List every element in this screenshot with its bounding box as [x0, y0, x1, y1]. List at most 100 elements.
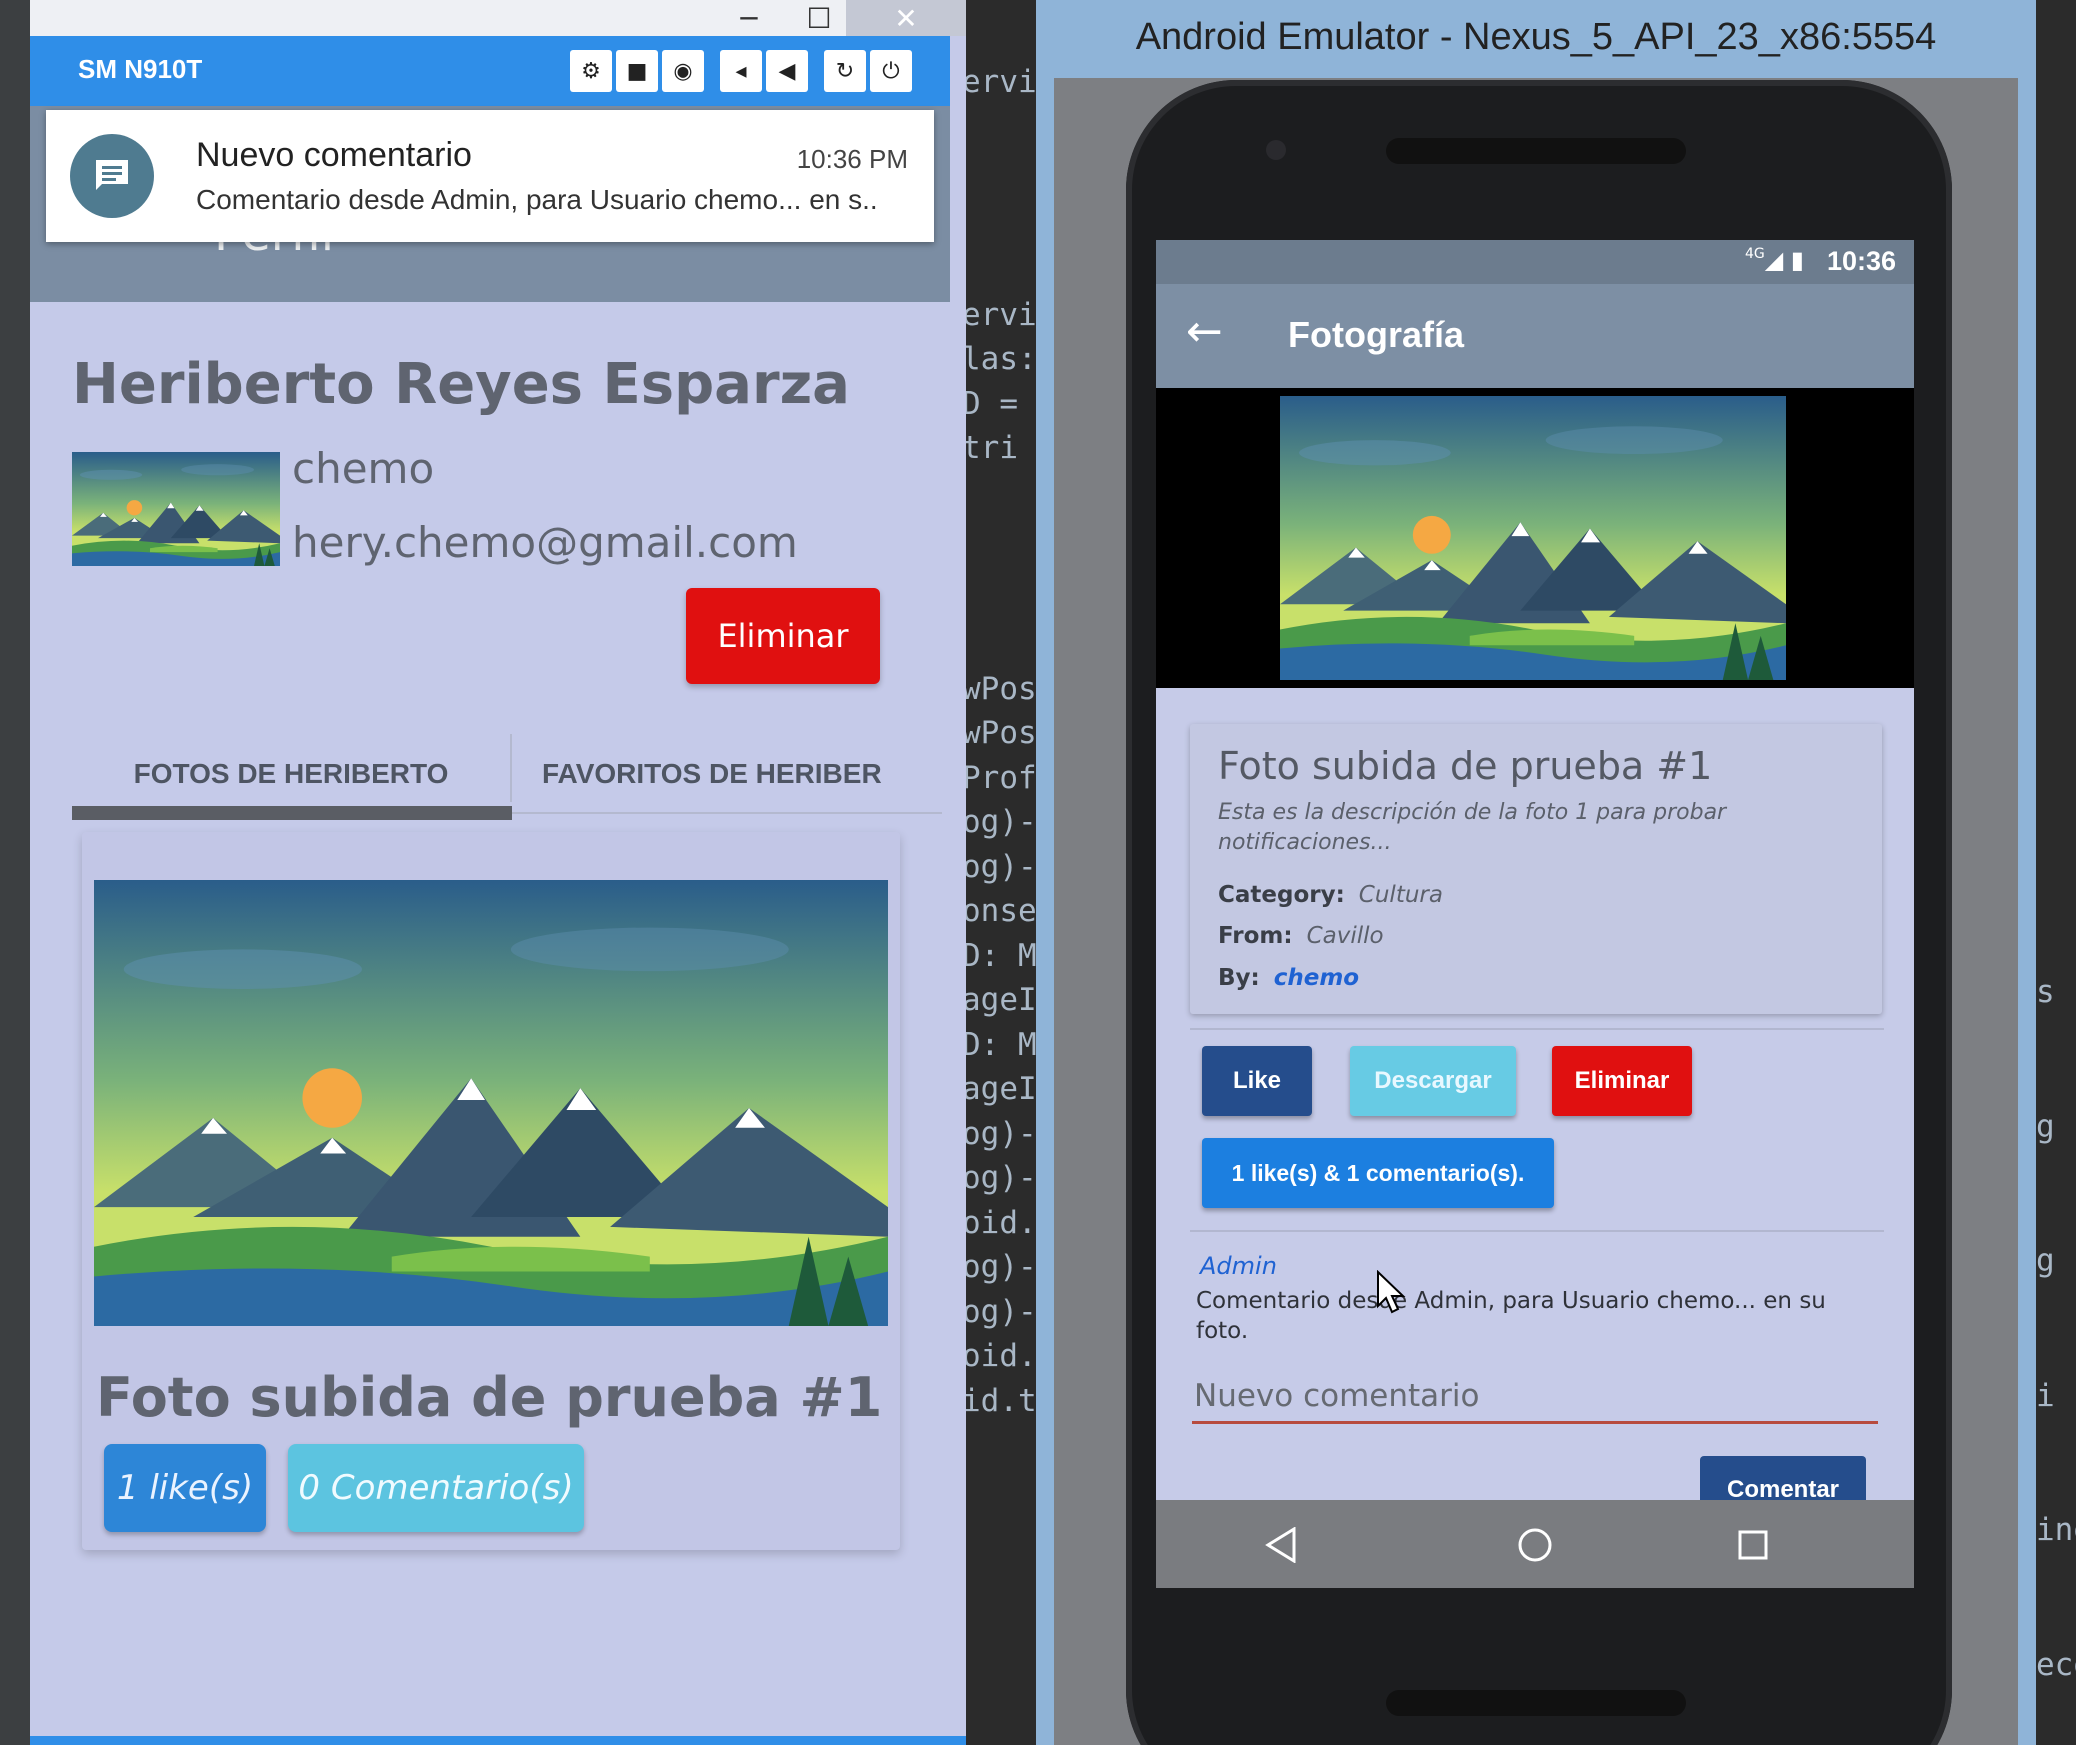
back-nav-icon[interactable]: [1256, 1520, 1306, 1570]
ide-code-line: og)-: [962, 1115, 1037, 1152]
network-label: 4G: [1744, 246, 1765, 262]
front-camera: [1266, 140, 1286, 160]
ide-code-line: g: [2036, 1243, 2055, 1279]
divider: [1190, 1028, 1884, 1030]
device-tools: ⚙ ■ ◉ ◂ ◀ ↻ ⏻: [570, 50, 912, 92]
close-button[interactable]: ✕: [846, 0, 966, 36]
ide-code-line: id.t: [962, 1382, 1037, 1419]
counts-button[interactable]: 1 like(s) & 1 comentario(s).: [1202, 1138, 1554, 1208]
app-toolbar: ← Fotografía: [1156, 284, 1914, 388]
category-row: Category: Cultura: [1218, 882, 1443, 908]
volume-down-icon[interactable]: ◂: [720, 50, 762, 92]
comments-chip[interactable]: 0 Comentario(s): [288, 1444, 584, 1532]
from-label: From:: [1218, 923, 1293, 949]
category-value: Cultura: [1358, 882, 1443, 908]
profile-username: chemo: [292, 444, 435, 493]
profile-tabs: FOTOS DE HERIBERTO FAVORITOS DE HERIBER: [72, 728, 942, 820]
ide-code-line: ervi: [962, 296, 1037, 333]
home-nav-icon[interactable]: [1510, 1520, 1560, 1570]
notification-body: Comentario desde Admin, para Usuario che…: [196, 184, 878, 215]
ide-code-line: ece: [2036, 1646, 2076, 1683]
photo-image[interactable]: [1280, 396, 1786, 680]
status-time: 10:36: [1826, 246, 1896, 276]
volume-up-icon[interactable]: ◀: [766, 50, 808, 92]
ide-code-line: g: [2036, 1108, 2055, 1145]
ide-code-line: ine: [2036, 1512, 2076, 1548]
system-nav-bar: [1156, 1500, 1914, 1588]
category-label: Category:: [1218, 882, 1345, 908]
ide-code-line: ageI: [962, 1071, 1037, 1107]
window-bottom-edge: [30, 1736, 966, 1745]
ide-code-line: i: [2036, 1377, 2055, 1414]
ide-code-line: Prof: [962, 759, 1037, 796]
signal-battery-icons: 4G◢ ▮: [1744, 246, 1804, 274]
ide-code-line: og)-: [962, 1293, 1037, 1330]
ide-code-line: og)-: [962, 804, 1037, 840]
ide-code-line: D =: [962, 385, 1018, 422]
ide-code-line: onse: [962, 893, 1037, 929]
message-icon: [70, 134, 154, 218]
ide-code-line: ervice: [962, 64, 1074, 100]
from-value: Cavillo: [1306, 923, 1384, 949]
device-name: SM N910T: [78, 54, 203, 84]
back-arrow-icon[interactable]: ←: [1186, 306, 1223, 357]
emulator-title: Android Emulator - Nexus_5_API_23_x86:55…: [1135, 16, 1937, 58]
photo-title: Foto subida de prueba #1: [1218, 744, 1713, 788]
notification-title: Nuevo comentario: [196, 136, 472, 174]
settings-icon[interactable]: ⚙: [570, 50, 612, 92]
ide-code-fragment: ervice ervi las: D = tri wPos wPos Prof og)- og)-…: [962, 60, 1074, 1423]
delete-profile-button[interactable]: Eliminar: [686, 588, 880, 684]
rotate-icon[interactable]: ↻: [824, 50, 866, 92]
ide-code-line: oid.: [962, 1204, 1037, 1241]
photo-image[interactable]: [94, 880, 888, 1326]
from-row: From: Cavillo: [1218, 923, 1384, 949]
tab-divider: [510, 734, 512, 802]
notification-card[interactable]: Nuevo comentario 10:36 PM Comentario des…: [46, 110, 934, 242]
photo-info-card: Foto subida de prueba #1 Esta es la desc…: [1190, 724, 1882, 1014]
ide-code-line: og)-: [962, 848, 1037, 885]
by-label: By:: [1218, 965, 1260, 991]
comment-author[interactable]: Admin: [1200, 1252, 1277, 1280]
device-mirror-window: ─ ☐ ✕ SM N910T ⚙ ■ ◉ ◂ ◀ ↻ ⏻ Perfil Nuev…: [30, 0, 966, 1745]
ide-code-line: og)-: [962, 1249, 1037, 1285]
recents-nav-icon[interactable]: [1728, 1520, 1778, 1570]
tab-indicator: [72, 806, 512, 820]
minimize-button[interactable]: ─: [716, 0, 782, 36]
profile-avatar: [72, 452, 280, 566]
comment-text: Comentario desde Admin, para Usuario che…: [1196, 1288, 1826, 1344]
ide-code-line: s: [2036, 974, 2055, 1010]
like-button[interactable]: Like: [1202, 1046, 1312, 1116]
by-row: By: chemo: [1218, 965, 1359, 991]
device-toolbar: SM N910T ⚙ ■ ◉ ◂ ◀ ↻ ⏻: [30, 36, 950, 106]
author-link[interactable]: chemo: [1274, 965, 1359, 991]
download-button[interactable]: Descargar: [1350, 1046, 1516, 1116]
ide-left-strip: [0, 0, 30, 1745]
phone-screen: 4G◢ ▮ 10:36 ← Fotografía Foto subida de …: [1156, 240, 1914, 1588]
divider: [1190, 1230, 1884, 1232]
photo-description: Esta es la descripción de la foto 1 para…: [1218, 800, 1727, 855]
video-icon[interactable]: ■: [616, 50, 658, 92]
window-titlebar: ─ ☐ ✕: [30, 0, 966, 36]
photo-card-title: Foto subida de prueba #1: [96, 1366, 883, 1429]
ide-code-line: og)-: [962, 1160, 1037, 1196]
delete-photo-button[interactable]: Eliminar: [1552, 1046, 1692, 1116]
maximize-button[interactable]: ☐: [786, 0, 852, 36]
camera-icon[interactable]: ◉: [662, 50, 704, 92]
ide-code-line: D: M: [962, 937, 1037, 974]
status-bar: 4G◢ ▮ 10:36: [1156, 240, 1914, 284]
ide-code-line: las:: [962, 341, 1037, 377]
photo-card[interactable]: Foto subida de prueba #1 1 like(s) 0 Com…: [82, 832, 900, 1550]
profile-full-name: Heriberto Reyes Esparza: [72, 352, 850, 417]
new-comment-input[interactable]: [1192, 1370, 1878, 1424]
tab-underline: [512, 812, 942, 814]
likes-chip[interactable]: 1 like(s): [104, 1444, 266, 1532]
ide-code-line: D: M: [962, 1026, 1037, 1063]
mouse-cursor-icon: [1376, 1270, 1406, 1316]
ide-code-line: oid.: [962, 1338, 1037, 1374]
ide-code-line: wPos: [962, 670, 1037, 707]
tab-favoritos[interactable]: FAVORITOS DE HERIBER: [522, 728, 942, 820]
ide-code-line: wPos: [962, 715, 1037, 751]
notification-time: 10:36 PM: [796, 144, 908, 174]
photo-hero: [1156, 388, 1914, 688]
power-icon[interactable]: ⏻: [870, 50, 912, 92]
